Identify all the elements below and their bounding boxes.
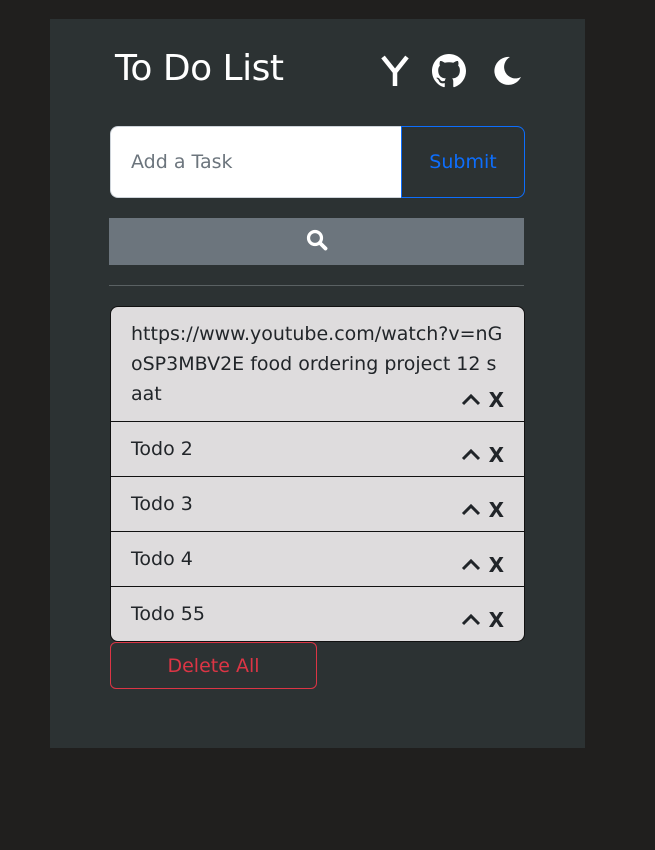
ycombinator-icon[interactable] — [377, 53, 413, 89]
todo-actions: X — [461, 500, 504, 520]
delete-all-button[interactable]: Delete All — [110, 642, 317, 689]
divider — [109, 285, 524, 286]
github-icon[interactable] — [431, 53, 467, 89]
todo-actions: X — [461, 445, 504, 465]
todo-item: Todo 4 X — [111, 531, 524, 586]
submit-button[interactable]: Submit — [401, 126, 525, 198]
page-title: To Do List — [115, 48, 284, 89]
chevron-up-icon[interactable] — [461, 555, 481, 575]
todo-actions: X — [461, 555, 504, 575]
todo-panel: To Do List Submit — [50, 19, 585, 748]
todo-item: https://www.youtube.com/watch?v=nGoSP3MB… — [111, 307, 524, 421]
chevron-up-icon[interactable] — [461, 500, 481, 520]
search-icon — [306, 229, 328, 255]
todo-text: Todo 55 — [131, 603, 205, 625]
header-icons — [377, 52, 525, 90]
chevron-up-icon[interactable] — [461, 610, 481, 630]
delete-todo-button[interactable]: X — [489, 555, 504, 575]
todo-list: https://www.youtube.com/watch?v=nGoSP3MB… — [110, 306, 525, 642]
todo-actions: X — [461, 390, 504, 410]
todo-item: Todo 3 X — [111, 476, 524, 531]
search-button[interactable] — [109, 218, 524, 265]
delete-todo-button[interactable]: X — [489, 390, 504, 410]
todo-text: Todo 2 — [131, 438, 193, 460]
todo-text: Todo 3 — [131, 493, 193, 515]
todo-text: Todo 4 — [131, 548, 193, 570]
todo-item: Todo 55 X — [111, 586, 524, 641]
delete-todo-button[interactable]: X — [489, 500, 504, 520]
add-task-form: Submit — [110, 126, 525, 198]
todo-text: https://www.youtube.com/watch?v=nGoSP3MB… — [131, 323, 503, 405]
todo-item: Todo 2 X — [111, 421, 524, 476]
chevron-up-icon[interactable] — [461, 445, 481, 465]
todo-actions: X — [461, 610, 504, 630]
delete-todo-button[interactable]: X — [489, 610, 504, 630]
chevron-up-icon[interactable] — [461, 390, 481, 410]
delete-todo-button[interactable]: X — [489, 445, 504, 465]
add-task-input[interactable] — [110, 126, 401, 198]
moon-icon[interactable] — [489, 53, 525, 89]
